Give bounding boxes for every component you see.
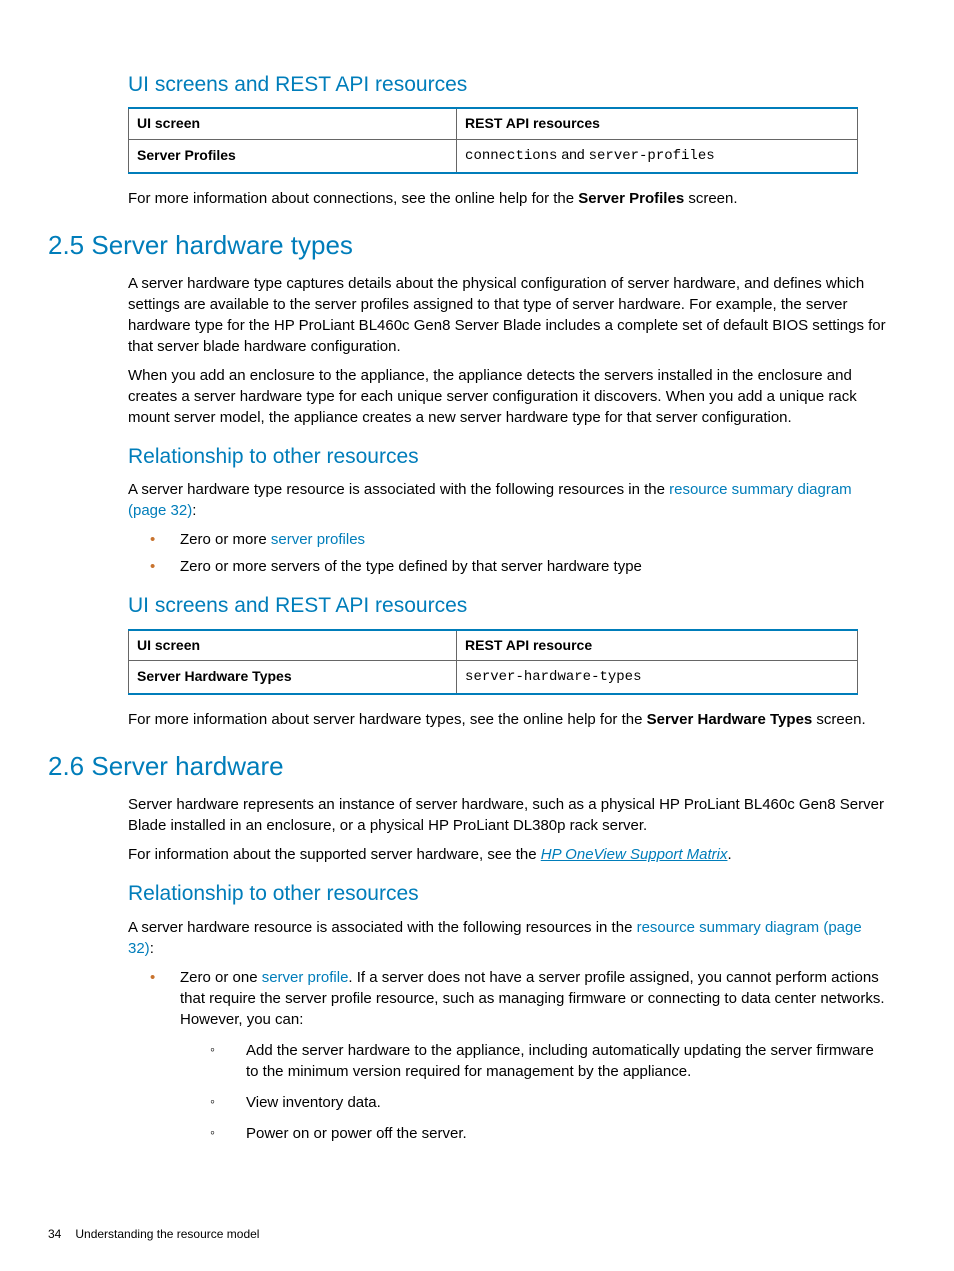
table-connections: UI screen REST API resources Server Prof…: [128, 107, 858, 173]
th-ui-screen: UI screen: [129, 630, 457, 661]
heading-relationship-26: Relationship to other resources: [128, 879, 890, 908]
link-server-profile[interactable]: server profile: [262, 969, 349, 986]
text: For more information about connections, …: [128, 190, 578, 207]
list-26: Zero or one server profile. If a server …: [150, 967, 890, 1144]
text: A server hardware resource is associated…: [128, 919, 637, 936]
link-server-profiles[interactable]: server profiles: [271, 531, 365, 548]
list-item: Zero or one server profile. If a server …: [150, 967, 890, 1144]
code-sht: server-hardware-types: [465, 669, 641, 685]
link-support-matrix[interactable]: HP OneView Support Matrix: [541, 846, 728, 863]
footer-title: Understanding the resource model: [75, 1227, 259, 1241]
td-ui-screen: Server Profiles: [129, 139, 457, 172]
sublist-26: Add the server hardware to the appliance…: [210, 1040, 890, 1144]
code-server-profiles: server-profiles: [589, 148, 715, 164]
th-rest: REST API resources: [457, 108, 858, 139]
text: For information about the supported serv…: [128, 846, 541, 863]
text: Zero or one: [180, 969, 262, 986]
table-row: UI screen REST API resources: [129, 108, 858, 139]
table-row: Server Hardware Types server-hardware-ty…: [129, 661, 858, 694]
table-row: UI screen REST API resource: [129, 630, 858, 661]
heading-ui-rest-1: UI screens and REST API resources: [128, 70, 890, 99]
text: screen.: [812, 711, 865, 728]
sht-bold: Server Hardware Types: [647, 711, 813, 728]
text: .: [727, 846, 731, 863]
heading-2-6: 2.6 Server hardware: [48, 748, 890, 784]
para-26b: For information about the supported serv…: [128, 844, 890, 865]
para-25a: A server hardware type captures details …: [128, 273, 890, 357]
table-sht: UI screen REST API resource Server Hardw…: [128, 629, 858, 695]
para-more-sht: For more information about server hardwa…: [128, 709, 890, 730]
text: A server hardware type resource is assoc…: [128, 481, 669, 498]
text: :: [150, 940, 154, 957]
table-row: Server Profiles connections and server-p…: [129, 139, 858, 172]
list-25: Zero or more server profiles Zero or mor…: [150, 529, 890, 577]
heading-2-5: 2.5 Server hardware types: [48, 227, 890, 263]
code-connections: connections: [465, 148, 557, 164]
list-item: View inventory data.: [210, 1092, 890, 1113]
para-25b: When you add an enclosure to the applian…: [128, 365, 890, 428]
text-and: and: [557, 146, 588, 162]
list-item: Zero or more servers of the type defined…: [150, 556, 890, 577]
heading-ui-rest-2: UI screens and REST API resources: [128, 591, 890, 620]
para-rel26: A server hardware resource is associated…: [128, 917, 890, 959]
page-number: 34: [48, 1227, 61, 1241]
th-rest: REST API resource: [457, 630, 858, 661]
text: For more information about server hardwa…: [128, 711, 647, 728]
text: Zero or more: [180, 531, 271, 548]
list-item: Power on or power off the server.: [210, 1123, 890, 1144]
td-rest: server-hardware-types: [457, 661, 858, 694]
server-profiles-label: Server Profiles: [137, 147, 236, 163]
text: screen.: [684, 190, 737, 207]
page-footer: 34 Understanding the resource model: [48, 1226, 259, 1243]
td-ui-screen: Server Hardware Types: [129, 661, 457, 694]
sht-label: Server Hardware Types: [137, 668, 292, 684]
para-26a: Server hardware represents an instance o…: [128, 794, 890, 836]
th-ui-screen: UI screen: [129, 108, 457, 139]
text: :: [192, 502, 196, 519]
para-more-connections: For more information about connections, …: [128, 188, 890, 209]
server-profiles-bold: Server Profiles: [578, 190, 684, 207]
list-item: Add the server hardware to the appliance…: [210, 1040, 890, 1082]
heading-relationship-25: Relationship to other resources: [128, 442, 890, 471]
para-rel25: A server hardware type resource is assoc…: [128, 479, 890, 521]
td-rest: connections and server-profiles: [457, 139, 858, 172]
list-item: Zero or more server profiles: [150, 529, 890, 550]
